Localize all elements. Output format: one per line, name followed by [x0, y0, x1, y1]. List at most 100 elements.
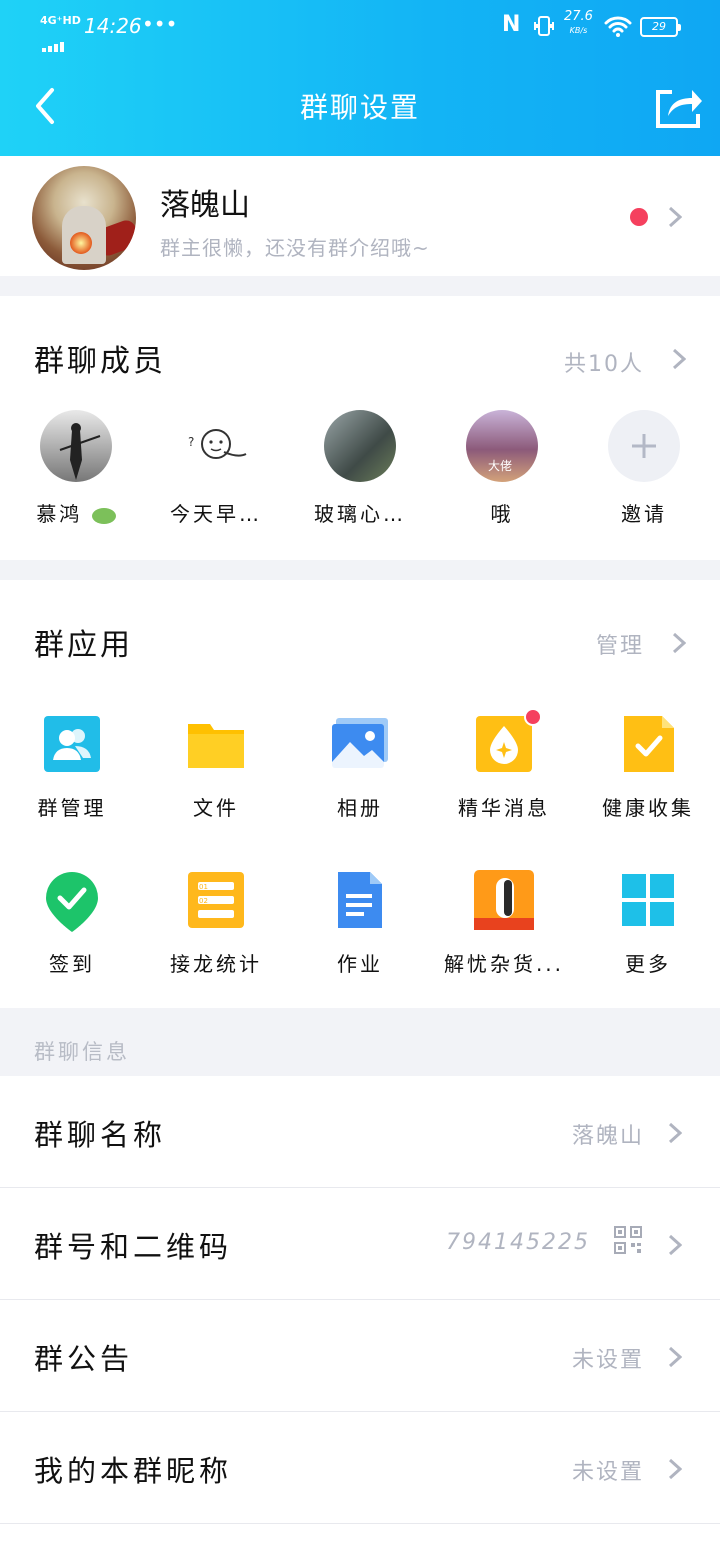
app-label: 接龙统计: [170, 952, 262, 976]
row-my-nickname[interactable]: 我的本群昵称 未设置: [0, 1412, 720, 1524]
app-chain-stat[interactable]: 01 02 接龙统计: [144, 870, 288, 977]
app-label: 健康收集: [602, 796, 694, 820]
app-label: 签到: [49, 952, 95, 976]
vibrate-icon: [534, 16, 554, 36]
app-label: 群管理: [37, 796, 107, 820]
qr-code-icon[interactable]: [614, 1226, 642, 1254]
app-label: 更多: [625, 952, 671, 976]
store-icon: [474, 870, 534, 930]
app-group-manage[interactable]: 群管理: [0, 714, 144, 821]
app-label: 文件: [193, 796, 239, 820]
row-group-name[interactable]: 群聊名称 落魄山: [0, 1076, 720, 1188]
row-announcement[interactable]: 群公告 未设置: [0, 1300, 720, 1412]
member-avatar: ?: [180, 410, 252, 482]
chain-stat-icon: 01 02: [186, 870, 246, 930]
group-profile-card[interactable]: 落魄山 群主很懒，还没有群介绍哦~: [0, 156, 720, 276]
page-title: 群聊设置: [299, 91, 420, 124]
more-grid-icon: [618, 870, 678, 930]
group-manage-icon: [42, 714, 102, 774]
app-health-collect[interactable]: 健康收集: [576, 714, 720, 821]
info-section-label: 群聊信息: [34, 1040, 130, 1064]
album-icon: [330, 714, 390, 774]
member-name: 慕鸿: [6, 498, 146, 527]
svg-text:?: ?: [188, 435, 194, 449]
header-bar: 4G⁺HD 14:26 ••• N 27.6 KB/s 29 群聊设置: [0, 0, 720, 156]
member-item[interactable]: 慕鸿: [6, 410, 146, 527]
member-name: 今天早…: [170, 502, 262, 526]
svg-text:01: 01: [199, 883, 208, 891]
wifi-icon: [604, 16, 632, 37]
chevron-right-icon[interactable]: [672, 632, 686, 654]
folder-icon: [186, 714, 246, 774]
app-files[interactable]: 文件: [144, 714, 288, 821]
app-homework[interactable]: 作业: [288, 870, 432, 977]
app-album[interactable]: 相册: [288, 714, 432, 821]
group-name: 落魄山: [160, 188, 250, 223]
member-avatar: [40, 410, 112, 482]
row-label: 我的本群昵称: [34, 1454, 233, 1488]
app-label: 作业: [337, 952, 383, 976]
member-avatar: [324, 410, 396, 482]
members-section: 群聊成员 共10人 慕鸿 ? 今天早… 玻璃心… 大佬 哦 邀请: [0, 296, 720, 560]
signal-icon: [42, 28, 70, 52]
health-collect-icon: [618, 714, 678, 774]
leaf-badge-icon: [91, 507, 116, 524]
speed-value: 27.6: [564, 9, 593, 24]
app-label: 相册: [337, 796, 383, 820]
svg-text:大佬: 大佬: [488, 459, 512, 473]
chevron-right-icon: [668, 206, 682, 228]
new-badge-dot: [524, 708, 542, 726]
member-item[interactable]: ? 今天早…: [146, 410, 286, 527]
status-bar: 4G⁺HD 14:26 ••• N 27.6 KB/s 29: [0, 0, 720, 56]
battery-indicator: 29: [640, 17, 681, 37]
row-value: 未设置: [571, 1460, 644, 1485]
unread-dot: [630, 208, 648, 226]
chevron-right-icon: [668, 1122, 682, 1144]
member-name: 哦: [490, 502, 514, 526]
svg-text:02: 02: [199, 897, 208, 905]
network-speed: 27.6 KB/s: [564, 10, 593, 38]
app-essence[interactable]: 精华消息: [432, 708, 576, 821]
app-checkin[interactable]: 签到: [0, 870, 144, 977]
chevron-right-icon: [668, 1458, 682, 1480]
app-label: 精华消息: [458, 796, 550, 820]
essence-icon: [474, 708, 542, 774]
group-apps-section: 群应用 管理 群管理 文件 相册 精华消息 健康收集 签到 01 02 接龙统计 …: [0, 580, 720, 1008]
app-store[interactable]: 解忧杂货...: [432, 870, 576, 977]
homework-icon: [330, 870, 390, 930]
row-value: 落魄山: [571, 1124, 644, 1149]
row-group-id-qr[interactable]: 群号和二维码 794145225: [0, 1188, 720, 1300]
chevron-right-icon: [668, 1346, 682, 1368]
row-label: 群聊名称: [34, 1118, 167, 1152]
members-title: 群聊成员: [34, 344, 166, 379]
notification-dots: •••: [142, 12, 178, 36]
member-count[interactable]: 共10人: [564, 346, 644, 378]
app-more[interactable]: 更多: [576, 870, 720, 977]
checkin-icon: [42, 870, 102, 932]
chevron-right-icon: [668, 1234, 682, 1256]
member-item[interactable]: 大佬 哦: [432, 410, 572, 527]
apps-manage-link[interactable]: 管理: [596, 628, 644, 660]
clock: 14:26: [84, 14, 142, 38]
invite-label: 邀请: [621, 502, 667, 526]
member-name: 玻璃心…: [314, 502, 406, 526]
speed-unit: KB/s: [569, 26, 588, 35]
invite-member-button[interactable]: 邀请: [574, 410, 714, 527]
apps-title: 群应用: [34, 628, 133, 663]
row-next-partial[interactable]: [0, 1524, 720, 1560]
row-label: 群号和二维码: [34, 1230, 233, 1264]
member-item[interactable]: 玻璃心…: [290, 410, 430, 527]
row-value: 未设置: [571, 1348, 644, 1373]
group-description: 群主很懒，还没有群介绍哦~: [160, 236, 430, 260]
group-avatar[interactable]: [32, 166, 136, 270]
network-type: 4G⁺HD: [40, 14, 81, 27]
app-label: 解忧杂货...: [443, 952, 565, 976]
nfc-icon: N: [502, 12, 521, 37]
info-section-header: 群聊信息: [0, 1008, 720, 1076]
add-icon: [608, 410, 680, 482]
member-avatar: 大佬: [466, 410, 538, 482]
chevron-right-icon[interactable]: [672, 348, 686, 370]
row-label: 群公告: [34, 1342, 134, 1376]
share-icon[interactable]: [652, 84, 704, 130]
group-id-value: 794145225: [446, 1230, 590, 1255]
